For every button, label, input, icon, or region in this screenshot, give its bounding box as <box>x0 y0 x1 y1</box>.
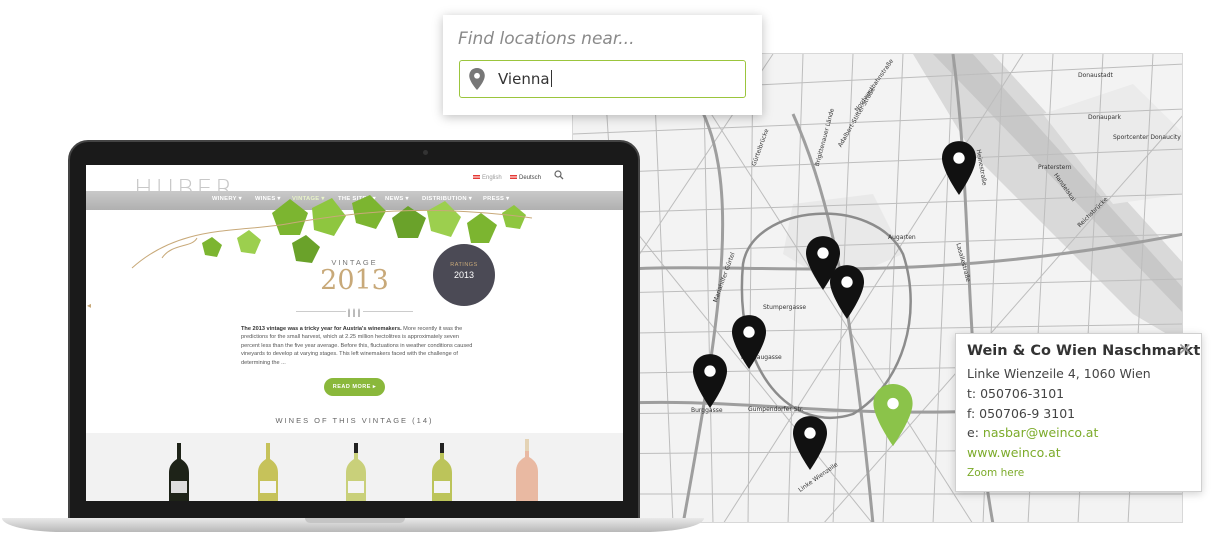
zoom-here-link[interactable]: Zoom here <box>967 467 1024 479</box>
map-street-label: Donaupark <box>1088 114 1121 121</box>
uk-flag-icon <box>473 175 480 179</box>
location-phone: t: 050706-3101 <box>967 386 1065 401</box>
search-icon[interactable] <box>554 170 564 180</box>
ratings-badge[interactable]: RATINGS 2013 <box>433 244 495 306</box>
email-prefix: e: <box>967 425 979 440</box>
map-pin-icon[interactable] <box>942 141 976 195</box>
wine-bottle[interactable] <box>431 443 453 501</box>
map-street-label: Sportcenter Donaucity <box>1113 134 1181 141</box>
website-screen: HUBER English Deutsch WINERY ▾ WINES ▾ V… <box>86 165 623 501</box>
active-map-pin-icon[interactable] <box>872 384 914 446</box>
location-search-panel: Find locations near... Vienna <box>443 15 762 115</box>
divider-right <box>363 311 413 312</box>
camera <box>423 150 428 155</box>
vintage-year: 2013 <box>320 265 389 296</box>
search-value: Vienna <box>498 70 550 88</box>
divider-left <box>296 311 346 312</box>
bottles-icon <box>348 305 360 317</box>
email-link[interactable]: nasbar@weinco.at <box>983 425 1098 440</box>
map-street-label: Augarten <box>888 234 916 241</box>
wine-bottle[interactable] <box>515 439 539 501</box>
map-pin-icon[interactable] <box>830 265 864 319</box>
austria-flag-icon <box>510 175 517 179</box>
map-pin-icon[interactable] <box>732 315 766 369</box>
text-caret <box>550 70 552 87</box>
close-icon[interactable]: ✕ <box>1178 340 1192 360</box>
search-prompt: Find locations near... <box>458 29 635 49</box>
location-fax: f: 050706-9 3101 <box>967 406 1076 421</box>
laptop-notch <box>305 518 405 523</box>
location-address: Linke Wienzeile 4, 1060 Wien <box>967 366 1151 381</box>
map-pin-icon[interactable] <box>793 416 827 470</box>
vintage-description: The 2013 vintage was a tricky year for A… <box>241 326 473 366</box>
location-search-input[interactable]: Vienna <box>459 60 746 98</box>
map-street-label: Gumpendorfer Str. <box>748 406 804 413</box>
map-street-label: Stumpergasse <box>763 304 807 311</box>
map-street-label: Praterstern <box>1038 164 1072 171</box>
read-more-button[interactable]: READ MORE ▸ <box>324 378 385 396</box>
lang-deutsch[interactable]: Deutsch <box>510 175 541 181</box>
prev-arrow-icon[interactable]: ◂ <box>87 301 91 310</box>
wines-of-vintage-heading: WINES OF THIS VINTAGE (14) <box>275 416 434 425</box>
location-info-popup: Wein & Co Wien Naschmarkt ✕ Linke Wienze… <box>955 333 1202 492</box>
wine-bottle[interactable] <box>168 443 190 501</box>
lang-english[interactable]: English <box>473 175 502 181</box>
location-pin-icon <box>469 68 485 90</box>
website-link[interactable]: www.weinco.at <box>967 445 1061 460</box>
map-street-label: Donaustadt <box>1078 72 1113 79</box>
location-title: Wein & Co Wien Naschmarkt <box>967 343 1201 359</box>
wine-bottle[interactable] <box>257 443 279 501</box>
wine-bottle[interactable] <box>345 443 367 501</box>
